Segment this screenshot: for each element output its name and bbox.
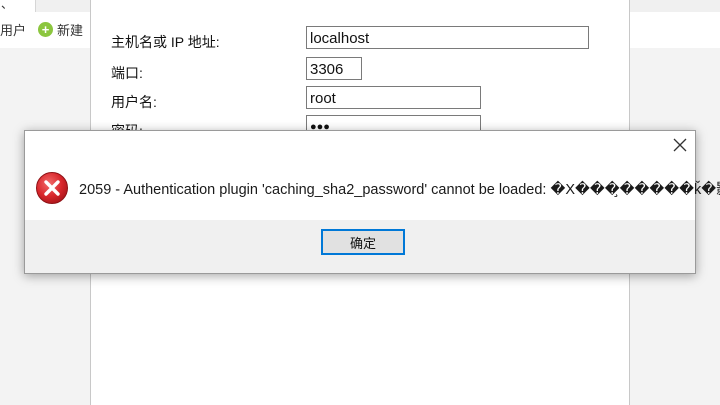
error-dialog: 2059 - Authentication plugin 'caching_sh… xyxy=(24,130,720,274)
port-label: 端口: xyxy=(111,65,143,81)
username-input[interactable]: root xyxy=(306,86,481,109)
close-button[interactable] xyxy=(665,131,695,159)
error-icon xyxy=(36,172,68,204)
ok-button-label: 确定 xyxy=(349,235,376,251)
toolbar-user-button[interactable]: 用户 xyxy=(0,20,26,39)
error-dialog-body: 2059 - Authentication plugin 'caching_sh… xyxy=(25,131,720,220)
toolbar-user-label: 用户 xyxy=(0,23,27,38)
toolbar-new-button[interactable]: + 新建 xyxy=(38,20,83,39)
error-message: 2059 - Authentication plugin 'caching_sh… xyxy=(79,182,720,198)
toolbar-new-label: 新建 xyxy=(57,23,84,38)
host-input[interactable]: localhost xyxy=(306,26,589,49)
screen: 、 用户 + 新建 主机名或 IP 地址: localhost 端口: 3306… xyxy=(0,0,720,405)
username-label: 用户名: xyxy=(111,94,157,110)
close-icon xyxy=(673,138,687,152)
add-icon: + xyxy=(38,22,53,37)
host-label: 主机名或 IP 地址: xyxy=(111,34,220,50)
ok-button[interactable]: 确定 xyxy=(321,229,405,255)
port-input[interactable]: 3306 xyxy=(306,57,362,80)
